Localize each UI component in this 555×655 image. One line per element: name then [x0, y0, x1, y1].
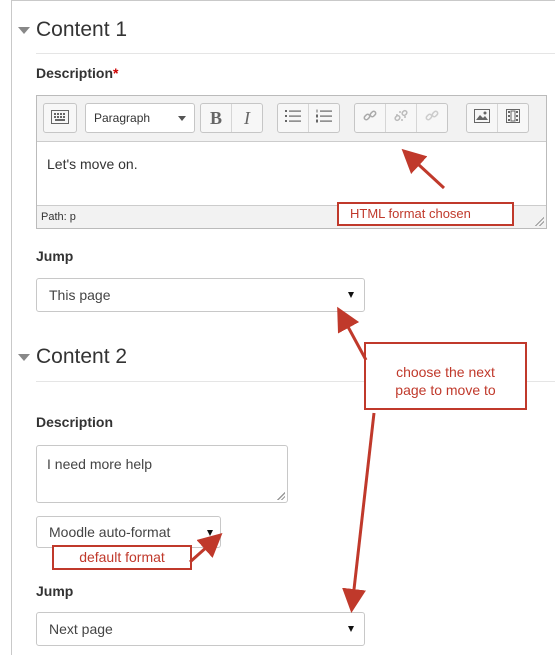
resize-handle-icon[interactable]: [534, 216, 544, 226]
jump-select-value: This page: [49, 287, 111, 303]
jump-select-value: Next page: [49, 621, 113, 637]
media-film-icon: [506, 108, 520, 128]
resize-grip-icon[interactable]: [277, 492, 285, 500]
toolbar-toggle-button[interactable]: [43, 103, 77, 133]
jump-label: Jump: [36, 248, 74, 264]
italic-icon: I: [244, 107, 250, 128]
jump-select-content1[interactable]: This page: [36, 278, 365, 312]
media-group: [466, 103, 529, 133]
content2-header[interactable]: Content 2: [18, 345, 127, 369]
annotation-default-format: default format: [52, 545, 192, 570]
jump-select-content2[interactable]: Next page: [36, 612, 365, 646]
content1-header[interactable]: Content 1: [18, 18, 127, 42]
description-label-text: Description: [36, 65, 114, 81]
description-label: Description*: [36, 65, 118, 81]
link-icon: [363, 109, 377, 128]
dropdown-caret-icon: [207, 530, 213, 536]
italic-button[interactable]: I: [232, 104, 262, 132]
bold-icon: B: [209, 107, 222, 128]
required-mark: *: [113, 65, 119, 81]
format-select-value: Moodle auto-format: [49, 524, 171, 540]
annotation-html-format-text: HTML format chosen: [350, 206, 471, 221]
link-button[interactable]: [355, 104, 386, 132]
annotation-next-page-line2: page to move to: [395, 382, 496, 398]
annotation-next-page-line1: choose the next: [396, 364, 495, 380]
numbered-list-icon: [316, 109, 332, 128]
link-disabled-icon: [425, 109, 439, 128]
paragraph-select-label: Paragraph: [94, 111, 151, 125]
image-icon: [474, 108, 490, 128]
dropdown-caret-icon: [348, 626, 354, 632]
text-style-group: B I: [200, 103, 263, 133]
description-textarea-value: I need more help: [47, 456, 153, 472]
description-label: Description: [36, 414, 114, 430]
keyboard-icon: [51, 109, 69, 127]
format-select[interactable]: Moodle auto-format: [36, 516, 221, 548]
unlink-icon: [394, 109, 408, 128]
bold-button[interactable]: B: [201, 104, 232, 132]
insert-media-button[interactable]: [498, 104, 528, 132]
annotation-next-page: choose the next page to move to: [364, 342, 527, 410]
link-group: [354, 103, 448, 133]
bullet-list-button[interactable]: [278, 104, 309, 132]
content2-heading: Content 2: [36, 345, 128, 368]
element-path: Path: p: [41, 211, 76, 223]
editor-content[interactable]: Let's move on.: [47, 156, 138, 172]
annotation-default-format-text: default format: [79, 549, 165, 565]
list-group: [277, 103, 340, 133]
editor-toolbar: Paragraph B I: [37, 96, 546, 142]
bullet-list-icon: [285, 109, 301, 128]
content1-heading: Content 1: [36, 18, 128, 41]
collapse-triangle-icon[interactable]: [18, 26, 30, 34]
collapse-triangle-icon[interactable]: [18, 353, 30, 361]
dropdown-caret-icon: [348, 292, 354, 298]
annotation-html-format: HTML format chosen: [337, 202, 514, 226]
numbered-list-button[interactable]: [309, 104, 339, 132]
paragraph-format-select[interactable]: Paragraph: [85, 103, 195, 133]
jump-label: Jump: [36, 583, 74, 599]
description-textarea[interactable]: I need more help: [36, 445, 288, 503]
anchor-link-button[interactable]: [417, 104, 447, 132]
divider: [36, 53, 555, 54]
unlink-button[interactable]: [386, 104, 417, 132]
insert-image-button[interactable]: [467, 104, 498, 132]
chevron-down-icon: [178, 116, 186, 121]
